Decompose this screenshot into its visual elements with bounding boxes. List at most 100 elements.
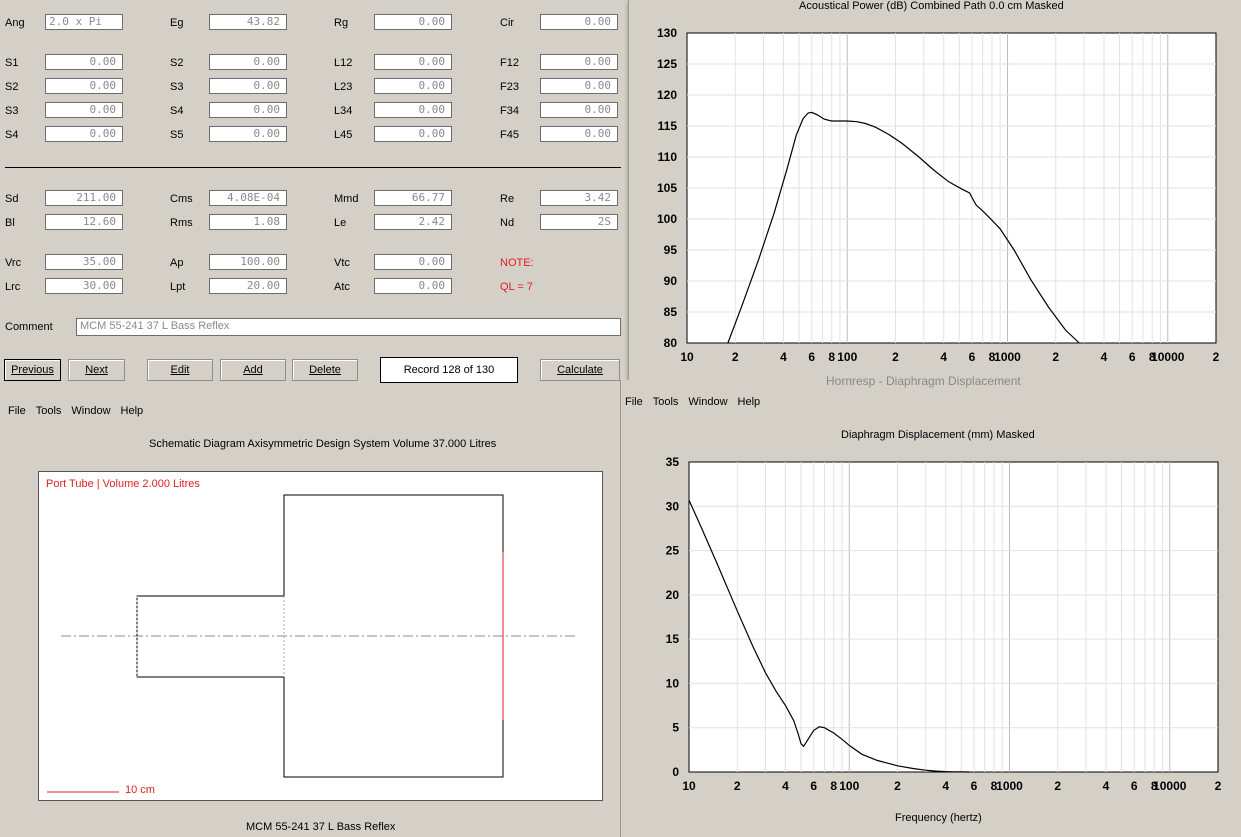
- param-label: Bl: [5, 217, 15, 229]
- param-field[interactable]: 0.00: [45, 126, 123, 142]
- param-label: Rg: [334, 17, 349, 29]
- param-label: L34: [334, 105, 353, 117]
- param-label: F12: [500, 57, 519, 69]
- edit-button[interactable]: Edit: [147, 359, 213, 381]
- param-field[interactable]: 2.42: [374, 214, 452, 230]
- x-tick-label: 6: [810, 779, 817, 793]
- param-field[interactable]: 0.00: [374, 254, 452, 270]
- x-tick-label: 1000: [996, 779, 1023, 793]
- param-field[interactable]: 0.00: [374, 102, 452, 118]
- param-field[interactable]: 0.00: [374, 54, 452, 70]
- param-field[interactable]: 43.82: [209, 14, 287, 30]
- param-label: S4: [5, 129, 19, 141]
- y-tick-label: 95: [664, 243, 678, 257]
- param-field[interactable]: 0.00: [540, 126, 618, 142]
- x-tick-label: 6: [1129, 350, 1136, 364]
- param-label: Sd: [5, 193, 19, 205]
- param-label: Lpt: [170, 281, 186, 293]
- schematic-window: File Tools Window Help Schematic Diagram Ax…: [0, 392, 620, 837]
- y-tick-label: 115: [658, 119, 678, 133]
- note-value: QL = 7: [500, 281, 533, 293]
- param-label: Vtc: [334, 257, 350, 269]
- x-tick-label: 6: [1131, 779, 1138, 793]
- param-field[interactable]: 0.00: [45, 102, 123, 118]
- x-tick-label: 6: [969, 350, 976, 364]
- calculate-button[interactable]: Calculate: [540, 359, 620, 381]
- previous-button[interactable]: Previous: [4, 359, 61, 381]
- x-tick-label: 2: [732, 350, 739, 364]
- y-tick-label: 120: [657, 88, 677, 102]
- x-tick-label: 8: [828, 350, 835, 364]
- y-tick-label: 30: [666, 499, 680, 513]
- x-tick-label: 10: [682, 779, 696, 793]
- add-button[interactable]: Add: [220, 359, 286, 381]
- schematic-footer: MCM 55-241 37 L Bass Reflex: [246, 821, 396, 833]
- param-label: Vrc: [5, 257, 22, 269]
- y-tick-label: 105: [657, 181, 677, 195]
- param-label: L23: [334, 81, 353, 93]
- param-field[interactable]: 0.00: [209, 102, 287, 118]
- param-field[interactable]: 2.0 x Pi: [45, 14, 123, 30]
- menu-window[interactable]: Window: [71, 405, 110, 417]
- power-window: Acoustical Power (dB) Combined Path 0.0 …: [628, 0, 1241, 381]
- param-field[interactable]: 0.00: [374, 14, 452, 30]
- x-tick-label: 2: [734, 779, 741, 793]
- parameter-panel: Ang 2.0 x Pi Eg 43.82 Rg 0.00 Cir 0.00 S1 0.00 S2 0…: [0, 0, 628, 392]
- menu-file[interactable]: File: [8, 405, 26, 417]
- schematic-menu-bar: File Tools Window Help: [8, 403, 153, 417]
- note-label: NOTE:: [500, 257, 534, 269]
- param-field[interactable]: 4.08E-04: [209, 190, 287, 206]
- y-tick-label: 0: [672, 765, 679, 779]
- comment-field[interactable]: MCM 55-241 37 L Bass Reflex: [76, 318, 621, 336]
- param-label: F34: [500, 105, 519, 117]
- param-field[interactable]: 211.00: [45, 190, 123, 206]
- y-tick-label: 10: [666, 676, 680, 690]
- x-tick-label: 2: [894, 779, 901, 793]
- param-field[interactable]: 35.00: [45, 254, 123, 270]
- param-field[interactable]: 0.00: [540, 78, 618, 94]
- param-label: Ang: [5, 17, 25, 29]
- x-tick-label: 8: [830, 779, 837, 793]
- next-button[interactable]: Next: [68, 359, 125, 381]
- x-tick-label: 2: [1054, 779, 1061, 793]
- x-tick-label: 100: [837, 350, 857, 364]
- param-field[interactable]: 2S: [540, 214, 618, 230]
- x-tick-label: 100: [839, 779, 859, 793]
- param-field[interactable]: 0.00: [540, 102, 618, 118]
- param-label: F23: [500, 81, 519, 93]
- y-tick-label: 110: [658, 150, 678, 164]
- y-tick-label: 130: [657, 26, 677, 40]
- param-label: S2: [170, 57, 184, 69]
- param-field[interactable]: 0.00: [209, 78, 287, 94]
- x-tick-label: 6: [971, 779, 978, 793]
- param-field[interactable]: 66.77: [374, 190, 452, 206]
- param-field[interactable]: 0.00: [374, 78, 452, 94]
- param-field[interactable]: 0.00: [374, 278, 452, 294]
- param-field[interactable]: 1.08: [209, 214, 287, 230]
- y-tick-label: 15: [666, 632, 680, 646]
- x-tick-label: 4: [942, 779, 949, 793]
- param-field[interactable]: 100.00: [209, 254, 287, 270]
- param-field[interactable]: 0.00: [540, 14, 618, 30]
- param-label: Mmd: [334, 193, 359, 205]
- y-tick-label: 25: [666, 544, 680, 558]
- param-field[interactable]: 0.00: [45, 78, 123, 94]
- param-field[interactable]: 0.00: [374, 126, 452, 142]
- param-field[interactable]: 0.00: [45, 54, 123, 70]
- x-tick-label: 4: [780, 350, 787, 364]
- param-field[interactable]: 0.00: [540, 54, 618, 70]
- delete-button[interactable]: Delete: [292, 359, 358, 381]
- param-field[interactable]: 0.00: [209, 54, 287, 70]
- x-tick-label: 4: [782, 779, 789, 793]
- displacement-chart: 0510152025303510 2 4 6 8 100 2 4 6 81000 2 4 6 810000…: [666, 455, 1222, 793]
- param-field[interactable]: 0.00: [209, 126, 287, 142]
- param-field[interactable]: 30.00: [45, 278, 123, 294]
- param-field[interactable]: 20.00: [209, 278, 287, 294]
- menu-help[interactable]: Help: [121, 405, 144, 417]
- schematic-title: Schematic Diagram Axisymmetric Design Sy…: [149, 438, 497, 450]
- param-field[interactable]: 3.42: [540, 190, 618, 206]
- param-label: Cms: [170, 193, 193, 205]
- param-field[interactable]: 12.60: [45, 214, 123, 230]
- menu-tools[interactable]: Tools: [36, 405, 62, 417]
- x-tick-label: 2: [1213, 350, 1220, 364]
